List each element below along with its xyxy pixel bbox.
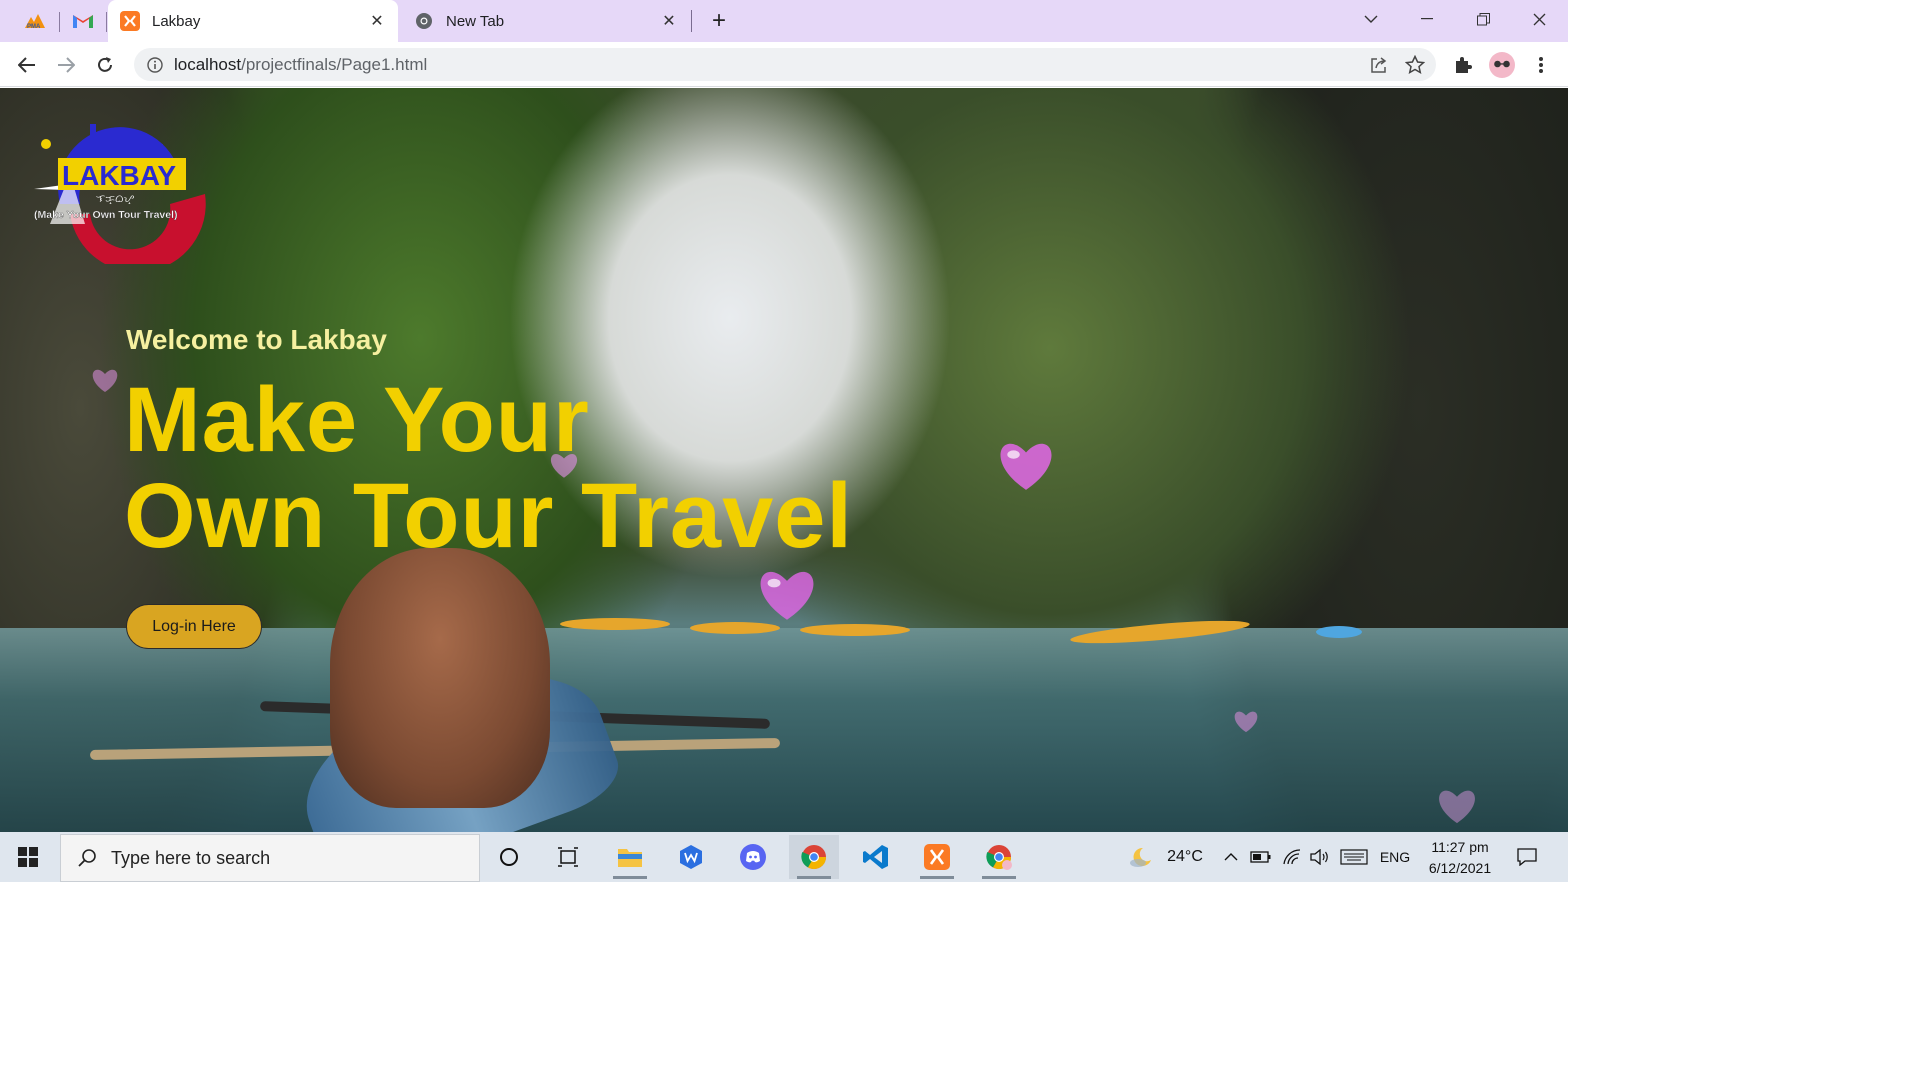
url-host: localhost (174, 54, 242, 74)
hero-section: LAKBAY ᜎᜃ᜔ᜊᜌ᜔ (Make Your Own Tour Travel… (0, 88, 1568, 832)
bookmark-star-icon[interactable] (1400, 50, 1430, 80)
keyboard-icon[interactable] (1338, 832, 1370, 882)
tab-search-chevron-icon[interactable] (1356, 6, 1386, 32)
weather-temperature[interactable]: 24°C (1160, 832, 1210, 882)
show-hidden-icons-chevron-icon[interactable] (1220, 832, 1242, 882)
logo-baybayin: ᜎᜃ᜔ᜊᜌ᜔ (96, 194, 134, 205)
volume-icon[interactable] (1308, 832, 1332, 882)
search-placeholder: Type here to search (111, 847, 271, 868)
reload-button[interactable] (90, 50, 120, 80)
headline-line-1: Make Your (124, 369, 590, 471)
profile-avatar[interactable] (1487, 50, 1517, 80)
login-button[interactable]: Log-in Here (126, 604, 262, 649)
minimize-button[interactable] (1412, 6, 1442, 32)
windows-taskbar: Type here to search 24°C ENG 11:27 pm 6/… (0, 832, 1568, 882)
wps-icon[interactable] (666, 835, 716, 879)
discord-icon[interactable] (728, 835, 778, 879)
background-kayak (560, 618, 670, 630)
chrome-icon[interactable] (789, 835, 839, 879)
lakbay-logo: LAKBAY ᜎᜃ᜔ᜊᜌ᜔ (Make Your Own Tour Travel… (30, 114, 210, 273)
heart-icon (1000, 443, 1052, 490)
background-kayak (1316, 626, 1362, 638)
close-icon[interactable]: ✕ (660, 12, 678, 30)
windows-start-icon[interactable] (8, 840, 48, 874)
system-clock[interactable]: 11:27 pm 6/12/2021 (1414, 837, 1506, 879)
file-explorer-icon[interactable] (605, 835, 655, 879)
xampp-icon (120, 11, 140, 31)
heart-icon (550, 454, 578, 478)
heart-icon (92, 369, 118, 392)
url-path: /projectfinals/Page1.html (241, 54, 428, 74)
restore-button[interactable] (1468, 6, 1498, 32)
chrome-menu-icon[interactable] (1526, 50, 1556, 80)
new-tab-button[interactable]: + (706, 7, 732, 34)
cortana-icon[interactable] (484, 835, 534, 879)
vscode-icon[interactable] (851, 835, 901, 879)
browser-toolbar: localhost/projectfinals/Page1.html (0, 42, 1568, 87)
heart-icon (1234, 711, 1258, 733)
taskbar-search-box[interactable]: Type here to search (60, 834, 480, 882)
weather-moon-icon[interactable] (1124, 832, 1158, 882)
window-close-button[interactable] (1524, 6, 1554, 32)
headline-line-2: Own Tour Travel (124, 465, 853, 567)
tab-lakbay[interactable]: Lakbay ✕ (108, 0, 398, 42)
back-button[interactable] (12, 50, 42, 80)
gmail-icon[interactable] (70, 8, 96, 34)
kayaker-couple (330, 548, 550, 808)
heart-icon (1439, 790, 1475, 824)
chrome-profile-icon[interactable] (974, 835, 1024, 879)
tab-new-tab[interactable]: New Tab ✕ (402, 0, 690, 42)
phpmyadmin-icon[interactable]: PMA (22, 8, 48, 34)
background-kayak (800, 624, 910, 636)
battery-icon[interactable] (1248, 832, 1274, 882)
task-view-icon[interactable] (543, 835, 593, 879)
heart-icon (760, 571, 814, 620)
address-url: localhost/projectfinals/Page1.html (174, 55, 1364, 75)
search-icon (75, 846, 99, 870)
share-icon[interactable] (1364, 50, 1394, 80)
xampp-icon[interactable] (912, 835, 962, 879)
notifications-icon[interactable] (1512, 832, 1542, 882)
chrome-icon (414, 11, 434, 31)
forward-button[interactable] (51, 50, 81, 80)
welcome-text: Welcome to Lakbay (126, 324, 387, 355)
extensions-puzzle-icon[interactable] (1448, 50, 1478, 80)
hero-background-water (0, 628, 1568, 832)
close-icon[interactable]: ✕ (368, 12, 386, 30)
address-bar[interactable]: localhost/projectfinals/Page1.html (134, 48, 1436, 81)
input-language[interactable]: ENG (1376, 832, 1414, 882)
tab-title: Lakbay (152, 12, 201, 30)
browser-tab-strip: PMA Lakbay ✕ New Tab ✕ + (0, 0, 1568, 42)
svg-text:PMA: PMA (27, 24, 41, 29)
info-icon[interactable] (146, 56, 164, 74)
clock-date: 6/12/2021 (1428, 860, 1492, 876)
tab-title: New Tab (446, 12, 505, 30)
logo-word: LAKBAY (62, 160, 176, 191)
wifi-icon[interactable] (1280, 832, 1304, 882)
hero-headline: Make Your Own Tour Travel (124, 372, 853, 564)
logo-subtitle: (Make Your Own Tour Travel) (34, 209, 178, 221)
clock-time: 11:27 pm (1431, 839, 1489, 855)
